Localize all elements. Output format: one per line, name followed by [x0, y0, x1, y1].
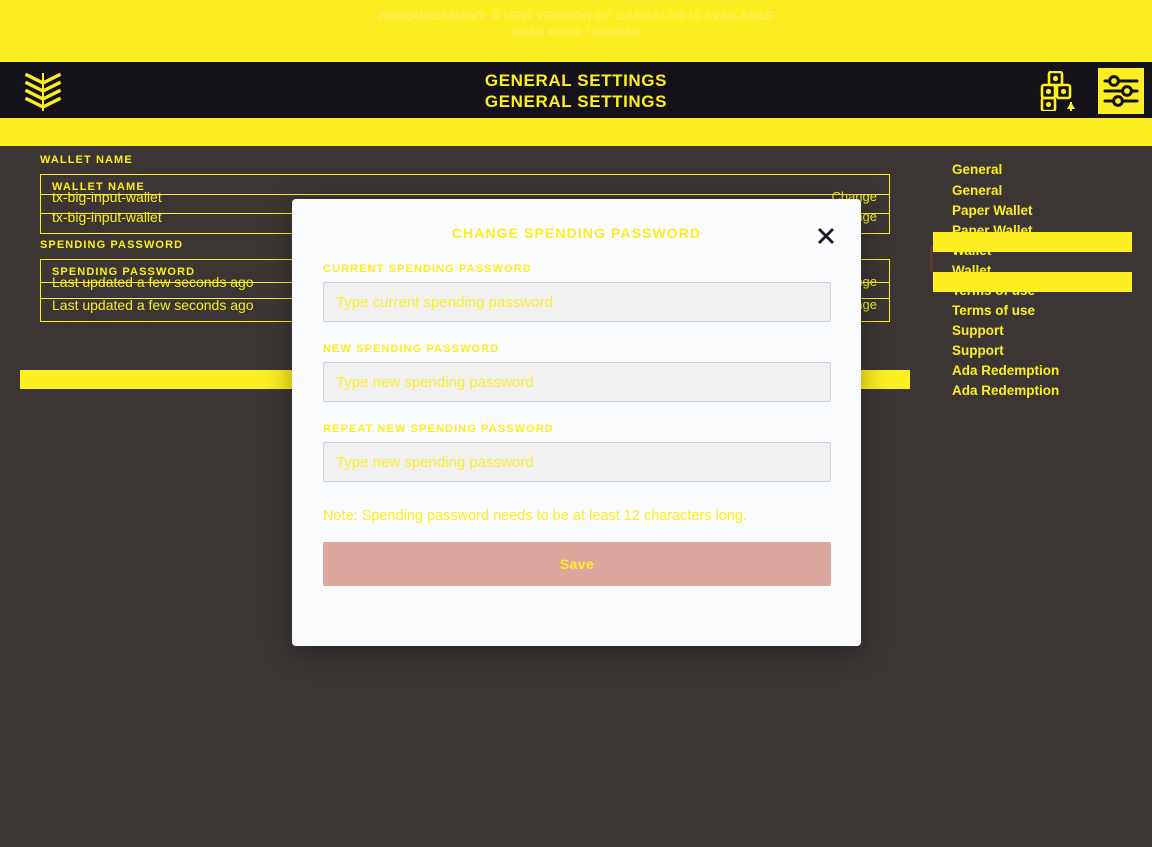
new-password-group: NEW SPENDING PASSWORD — [323, 343, 831, 402]
save-button[interactable]: Save — [323, 542, 831, 586]
change-spending-password-dialog: CHANGE SPENDING PASSWORD CURRENT SPENDIN… — [292, 199, 861, 646]
modal-overlay: CHANGE SPENDING PASSWORD CURRENT SPENDIN… — [0, 0, 1152, 847]
app-root: ANNOUNCEMENT: A NEW VERSION OF DAEDALUS … — [0, 0, 1152, 847]
current-password-label: CURRENT SPENDING PASSWORD — [323, 263, 532, 275]
repeat-password-input[interactable] — [323, 442, 831, 482]
repeat-password-label: REPEAT NEW SPENDING PASSWORD — [323, 423, 554, 435]
current-password-group: CURRENT SPENDING PASSWORD — [323, 263, 831, 322]
repeat-password-group: REPEAT NEW SPENDING PASSWORD — [323, 423, 831, 482]
dialog-form: CURRENT SPENDING PASSWORD NEW SPENDING P… — [323, 263, 831, 586]
close-x-icon[interactable] — [813, 223, 839, 249]
password-requirement-note: Note: Spending password needs to be at l… — [323, 508, 747, 524]
new-password-label: NEW SPENDING PASSWORD — [323, 343, 500, 355]
dialog-title: CHANGE SPENDING PASSWORD — [451, 225, 702, 241]
current-password-input[interactable] — [323, 282, 831, 322]
new-password-input[interactable] — [323, 362, 831, 402]
